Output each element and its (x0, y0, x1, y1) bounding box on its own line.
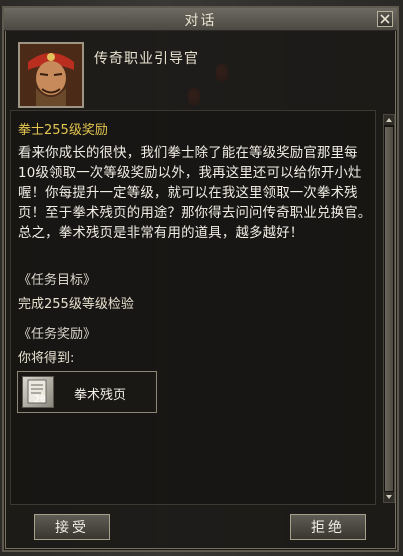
objective-heading: 《任务目标》 (18, 273, 97, 288)
dialog-titlebar: 对话 (4, 8, 397, 31)
chevron-up-icon (386, 118, 392, 122)
accept-button[interactable]: 接受 (34, 514, 110, 540)
close-button[interactable] (377, 11, 393, 27)
close-icon (380, 14, 390, 24)
objective-text: 完成255级等级检验 (18, 297, 134, 312)
quest-description: 看来你成长的很快，我们拳士除了能在等级奖励官那里每10级领取一次等级奖励以外，我… (18, 146, 372, 241)
quest-title: 拳士255级奖励 (18, 123, 108, 138)
npc-portrait (18, 42, 84, 108)
scroll-down-button[interactable] (384, 492, 394, 502)
npc-face-icon (20, 44, 82, 106)
reward-intro: 你将得到: (18, 351, 75, 366)
reject-button[interactable]: 拒绝 (290, 514, 366, 540)
npc-name: 传奇职业引导官 (94, 51, 199, 67)
quest-content-panel: 拳士255级奖励 看来你成长的很快，我们拳士除了能在等级奖励官那里每10级领取一… (10, 110, 376, 505)
content-scrollbar[interactable] (383, 114, 395, 503)
scroll-thumb[interactable] (385, 127, 393, 491)
scroll-up-button[interactable] (384, 115, 394, 125)
chevron-down-icon (386, 495, 392, 499)
reward-item-slot[interactable]: 20 拳术残页 (17, 371, 157, 413)
reward-heading: 《任务奖励》 (18, 327, 97, 342)
reward-item-name: 拳术残页 (74, 388, 127, 403)
dialog-title: 对话 (184, 13, 217, 29)
reward-item-count: 20 (34, 394, 47, 405)
